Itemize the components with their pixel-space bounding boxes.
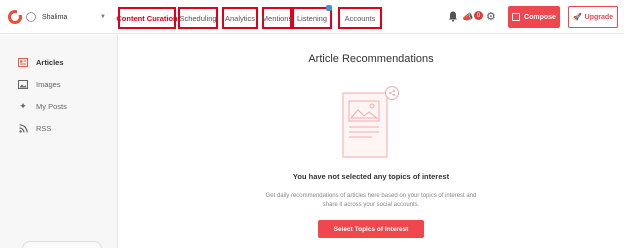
empty-state-illustration: [342, 86, 399, 158]
compose-button[interactable]: Compose: [508, 6, 560, 28]
compose-icon: [512, 13, 521, 21]
tab-listening[interactable]: Listening: [292, 5, 332, 29]
sparkle-icon: ✦: [19, 100, 27, 111]
empty-state-title: You have not selected any topics of inte…: [292, 172, 450, 181]
sidebar-item-rss[interactable]: RSS: [18, 121, 51, 135]
notification-badge: 0: [474, 11, 483, 20]
app-logo[interactable]: [8, 10, 22, 24]
sidebar-item-label: RSS: [36, 123, 52, 133]
gear-icon[interactable]: ⚙: [486, 10, 496, 23]
sidebar-footer-card: [22, 241, 102, 248]
chevron-down-icon: ▼: [100, 14, 106, 20]
account-switcher[interactable]: Shalima ▼: [26, 6, 106, 28]
tab-mentions[interactable]: Mentions: [262, 7, 292, 29]
upgrade-button[interactable]: 🚀 Upgrade: [568, 6, 618, 28]
account-name: Shalima: [42, 13, 68, 21]
tab-analytics[interactable]: Analytics: [222, 7, 258, 29]
rss-icon: [18, 123, 28, 133]
sidebar-item-label: Articles: [36, 57, 64, 67]
bell-icon[interactable]: [448, 11, 458, 22]
tab-listening-label: Listening: [296, 13, 328, 23]
megaphone-icon[interactable]: 📣: [462, 12, 473, 23]
account-avatar-icon: [26, 12, 36, 22]
tab-accounts[interactable]: Accounts: [338, 7, 382, 29]
compose-label: Compose: [524, 13, 556, 21]
page-title: Article Recommendations: [308, 53, 434, 65]
select-topics-button[interactable]: Select Topics of Interest: [318, 220, 424, 238]
sidebar-item-label: Images: [36, 79, 61, 89]
rocket-icon: 🚀: [572, 14, 582, 21]
image-icon: [18, 79, 28, 89]
top-bar: Shalima ▼ Content Curation Scheduling An…: [0, 0, 624, 34]
new-indicator-icon: [326, 5, 332, 11]
sidebar: Articles Images ✦ My Posts RSS: [0, 35, 118, 248]
sidebar-item-images[interactable]: Images: [18, 77, 61, 91]
upgrade-label: Upgrade: [584, 13, 614, 21]
tab-content-curation[interactable]: Content Curation: [116, 7, 178, 29]
empty-state-description: Get daily recommendations of articles he…: [265, 193, 477, 208]
sidebar-item-articles[interactable]: Articles: [18, 55, 64, 69]
sidebar-item-label: My Posts: [36, 101, 67, 111]
sidebar-item-my-posts[interactable]: ✦ My Posts: [18, 99, 67, 113]
tab-scheduling[interactable]: Scheduling: [178, 7, 218, 29]
articles-icon: [18, 57, 28, 67]
